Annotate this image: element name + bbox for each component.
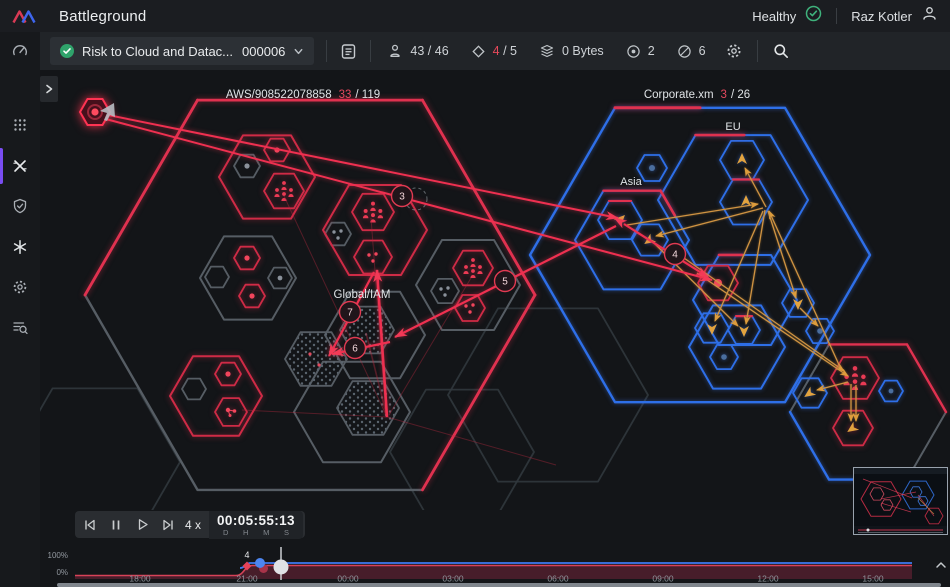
hex-node[interactable]: [389, 388, 535, 510]
stat-data-exfiltrated[interactable]: 0 Bytes: [539, 43, 604, 59]
timeline-tick: 12:00: [757, 574, 779, 584]
hex-node[interactable]: [789, 343, 947, 481]
stat-critical-assets[interactable]: 4 / 5: [471, 44, 517, 59]
battleground-canvas[interactable]: 3 4 5 6 7 AWS/908522078858 33/ 119 Corporate.xm…: [40, 70, 950, 510]
top-bar: Battleground Healthy Raz Kotler: [0, 0, 950, 32]
timeline-tick: 15:00: [862, 574, 884, 584]
timeline-tick: 09:00: [652, 574, 674, 584]
minimap[interactable]: [853, 467, 948, 535]
playhead-handle[interactable]: [273, 559, 289, 575]
nav-settings-gear-icon[interactable]: [11, 278, 29, 296]
divider: [370, 40, 372, 62]
timeline-tick: 00:00: [337, 574, 359, 584]
region-label: AWS/908522078858 33/ 119: [226, 89, 380, 101]
attack-step-badge[interactable]: 4: [663, 242, 687, 266]
hex-node[interactable]: [336, 380, 400, 436]
hex-node[interactable]: [452, 249, 494, 287]
stat-blocked[interactable]: 6: [677, 44, 706, 59]
timeline-tick: 18:00: [129, 574, 151, 584]
collapse-timeline-chevron-icon[interactable]: [934, 558, 948, 576]
divider: [757, 40, 758, 62]
region-label: Corporate.xm 3/ 26: [644, 89, 750, 101]
hex-node[interactable]: [430, 277, 460, 305]
user-avatar-icon[interactable]: [921, 5, 938, 27]
hex-node[interactable]: [40, 387, 181, 510]
chevron-down-icon: [294, 48, 303, 54]
region-label: EU: [725, 121, 740, 133]
attack-step-badge[interactable]: 7: [338, 300, 362, 324]
left-nav-rail: [0, 32, 40, 587]
nav-dashboard-gauge-icon[interactable]: [11, 42, 29, 60]
nav-shield-check-icon[interactable]: [11, 197, 29, 215]
svg-text:3: 3: [399, 192, 405, 203]
nav-battleground-icon[interactable]: [11, 157, 29, 175]
pause-button[interactable]: [103, 511, 129, 538]
battleground-app: Battleground Healthy Raz Kotler Risk to …: [0, 0, 950, 587]
stat-breach-points[interactable]: 2: [626, 44, 655, 59]
slash-circle-icon: [677, 44, 691, 58]
timeline-tick: 21:00: [236, 574, 258, 584]
svg-text:7: 7: [347, 308, 353, 319]
hex-node[interactable]: [528, 106, 872, 404]
play-button[interactable]: [129, 511, 155, 538]
hex-node[interactable]: [263, 172, 305, 210]
timeline-chart[interactable]: 4 18:00 21:00 00:00 03:00 06:00 09:00 12:00 15:0…: [40, 545, 950, 585]
svg-text:5: 5: [502, 277, 508, 288]
scenario-selector[interactable]: Risk to Cloud and Datac... 000006: [50, 37, 315, 65]
scenario-name: Risk to Cloud and Datac...: [82, 43, 234, 59]
nav-asterisk-icon[interactable]: [11, 238, 29, 256]
timeline-event-label: 4: [244, 550, 249, 560]
active-nav-indicator: [0, 148, 3, 184]
timeline-tick: 03:00: [442, 574, 464, 584]
attack-step-badge[interactable]: 3: [390, 184, 428, 211]
hex-node[interactable]: [204, 265, 230, 289]
playback-controls: 4 x 00:05:55:13 DHMS: [75, 510, 305, 539]
user-name: Raz Kotler: [851, 8, 912, 24]
playback-speed[interactable]: 4 x: [181, 518, 209, 532]
svg-text:4: 4: [672, 250, 678, 261]
hex-node[interactable]: [169, 355, 263, 437]
attack-edge-lateral: [767, 210, 797, 299]
timeline-event-dot-blue[interactable]: [255, 558, 265, 568]
divider: [326, 40, 328, 62]
scenario-id: 000006: [242, 43, 286, 59]
health-check-icon: [805, 5, 822, 27]
divider: [836, 8, 838, 24]
nav-apps-grid-icon[interactable]: [11, 116, 29, 134]
attack-edge: [102, 113, 619, 221]
hex-node[interactable]: [351, 192, 395, 232]
nav-audit-search-icon[interactable]: [11, 318, 29, 336]
search-button[interactable]: [772, 42, 790, 60]
skip-to-start-button[interactable]: [77, 511, 103, 538]
attack-step-badge[interactable]: 5: [493, 269, 517, 293]
attack-edge-lateral: [696, 272, 849, 377]
hex-node[interactable]: [181, 377, 207, 401]
svg-text:6: 6: [352, 344, 358, 355]
health-status-label: Healthy: [752, 8, 797, 24]
layers-icon: [540, 44, 554, 58]
timeline-tick: 06:00: [547, 574, 569, 584]
settings-button[interactable]: [725, 42, 743, 60]
xm-cyber-logo-icon[interactable]: [11, 8, 37, 25]
attack-step-badge[interactable]: 6: [343, 336, 367, 360]
region-label: Asia: [620, 176, 642, 188]
diamond-icon: [472, 44, 485, 58]
hex-node[interactable]: [214, 397, 248, 427]
scenario-toolbar: Risk to Cloud and Datac... 000006 43 / 4…: [40, 32, 950, 70]
person-icon: [390, 44, 401, 57]
stat-compromised-assets[interactable]: 43 / 46: [387, 43, 449, 59]
timeline-y-min: 0%: [56, 568, 68, 577]
region-label: Global/IAM: [334, 289, 391, 301]
scenario-status-icon: [60, 44, 74, 58]
playback-timestamp: 00:05:55:13 DHMS: [209, 510, 303, 539]
timeline-y-max: 100%: [47, 551, 68, 560]
timeline-scrollbar[interactable]: [57, 583, 941, 587]
sidebar-expand-button[interactable]: [40, 76, 58, 102]
target-icon: [626, 44, 640, 58]
page-title: Battleground: [59, 7, 147, 25]
report-button[interactable]: [339, 42, 358, 61]
skip-to-end-button[interactable]: [155, 511, 181, 538]
